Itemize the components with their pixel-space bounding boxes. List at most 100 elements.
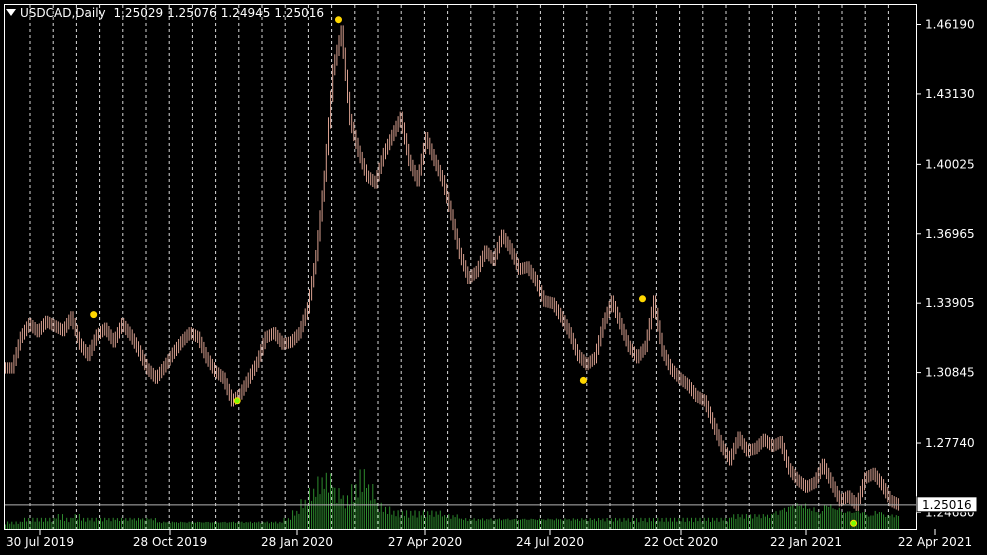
- volume-bar: [674, 517, 676, 529]
- volume-bar: [477, 519, 479, 529]
- volume-bar: [754, 514, 756, 529]
- volume-bar: [97, 520, 99, 529]
- volume-bar: [119, 521, 120, 529]
- volume-bar: [870, 515, 872, 529]
- volume-bar: [40, 517, 42, 529]
- volume-bar: [306, 505, 308, 529]
- volume-bar: [66, 517, 68, 529]
- time-tick-label: 28 Jan 2020: [261, 535, 333, 549]
- volume-bar: [431, 510, 433, 529]
- volume-bar: [802, 508, 804, 529]
- time-tick-label: 27 Apr 2020: [388, 535, 462, 549]
- volume-bar: [815, 512, 817, 529]
- volume-bar: [106, 520, 108, 529]
- volume-bar: [262, 522, 264, 529]
- volume-bar: [786, 511, 787, 529]
- price-chart[interactable]: 1.46190 1.43130 1.40025 1.36965 1.33905 1.308…: [0, 0, 987, 555]
- volume-bar: [672, 521, 673, 529]
- volume-bar: [298, 513, 300, 529]
- volume-bar: [68, 522, 70, 529]
- volume-bar: [781, 509, 783, 529]
- volume-bar: [469, 518, 471, 529]
- volume-bar: [731, 517, 733, 529]
- volume-bar: [604, 521, 606, 529]
- volume-bar: [410, 510, 412, 529]
- volume-bar: [380, 502, 382, 529]
- volume-bar: [610, 518, 612, 529]
- volume-bar: [775, 511, 777, 529]
- volume-bar: [707, 517, 709, 529]
- volume-bar: [34, 521, 36, 529]
- volume-bar: [697, 521, 699, 529]
- volume-bar: [872, 515, 874, 529]
- volume-bar: [522, 518, 524, 529]
- volume-bar: [389, 506, 391, 529]
- volume-bar: [102, 521, 104, 529]
- ohlc-open: 1.25029: [113, 6, 164, 20]
- volume-bar: [722, 520, 724, 529]
- volume-bar: [756, 516, 758, 529]
- volume-bar: [625, 520, 627, 529]
- volume-bar: [275, 521, 277, 529]
- volume-bar: [703, 517, 705, 529]
- volume-bar: [718, 521, 720, 529]
- volume-bar: [342, 495, 344, 529]
- volume-bar: [745, 514, 747, 529]
- volume-bar: [418, 511, 420, 529]
- volume-bar: [543, 519, 545, 529]
- volume-bar: [467, 521, 469, 529]
- volume-bar: [93, 521, 95, 529]
- volume-bar: [558, 519, 559, 529]
- volume-bar: [258, 521, 260, 529]
- volume-bar: [712, 517, 714, 529]
- volume-bar: [587, 521, 589, 529]
- volume-bar: [579, 520, 581, 529]
- volume-bar: [741, 514, 743, 529]
- volume-bar: [114, 519, 116, 529]
- volume-bar: [891, 514, 893, 529]
- volume-bar: [264, 522, 266, 529]
- time-tick-label: 30 Jul 2019: [6, 535, 74, 549]
- volume-bar: [866, 514, 868, 529]
- volume-bar: [38, 521, 40, 529]
- volume-bar: [676, 521, 678, 529]
- volume-bar: [315, 496, 317, 529]
- volume-bar: [553, 520, 555, 529]
- volume-bar: [190, 522, 192, 529]
- volume-bar: [406, 510, 408, 529]
- volume-bar: [207, 522, 209, 529]
- volume-bar: [24, 517, 25, 529]
- volume-bar: [300, 499, 302, 529]
- volume-bar: [688, 521, 690, 529]
- volume-bar: [129, 517, 131, 529]
- volume-bar: [665, 517, 667, 529]
- price-tick-label: 1.43130: [925, 87, 975, 101]
- volume-bar: [577, 518, 578, 529]
- volume-bar: [642, 521, 644, 529]
- volume-bar: [146, 517, 148, 529]
- volume-bar: [593, 518, 595, 529]
- volume-bar: [296, 510, 298, 529]
- price-tick-label: 1.46190: [925, 18, 975, 32]
- volume-bar: [121, 517, 123, 529]
- volume-bar: [452, 515, 454, 529]
- volume-bar: [260, 523, 262, 529]
- volume-bar: [304, 499, 306, 529]
- fractal-marker-yellow: [90, 311, 98, 319]
- volume-bar: [57, 514, 59, 529]
- volume-bar: [646, 522, 648, 529]
- volume-bar: [617, 520, 619, 529]
- volume-bar: [769, 518, 771, 529]
- volume-bar: [173, 522, 175, 529]
- volume-bar: [361, 491, 363, 529]
- dropdown-triangle-icon[interactable]: [6, 9, 16, 16]
- volume-bar: [391, 514, 393, 529]
- volume-bar: [290, 519, 291, 529]
- volume-bar: [840, 511, 842, 529]
- volume-bar: [323, 488, 325, 529]
- volume-bar: [456, 514, 458, 529]
- volume-bar: [422, 510, 424, 529]
- volume-bar: [541, 519, 543, 529]
- volume-bar: [319, 494, 321, 529]
- volume-bar: [767, 514, 768, 529]
